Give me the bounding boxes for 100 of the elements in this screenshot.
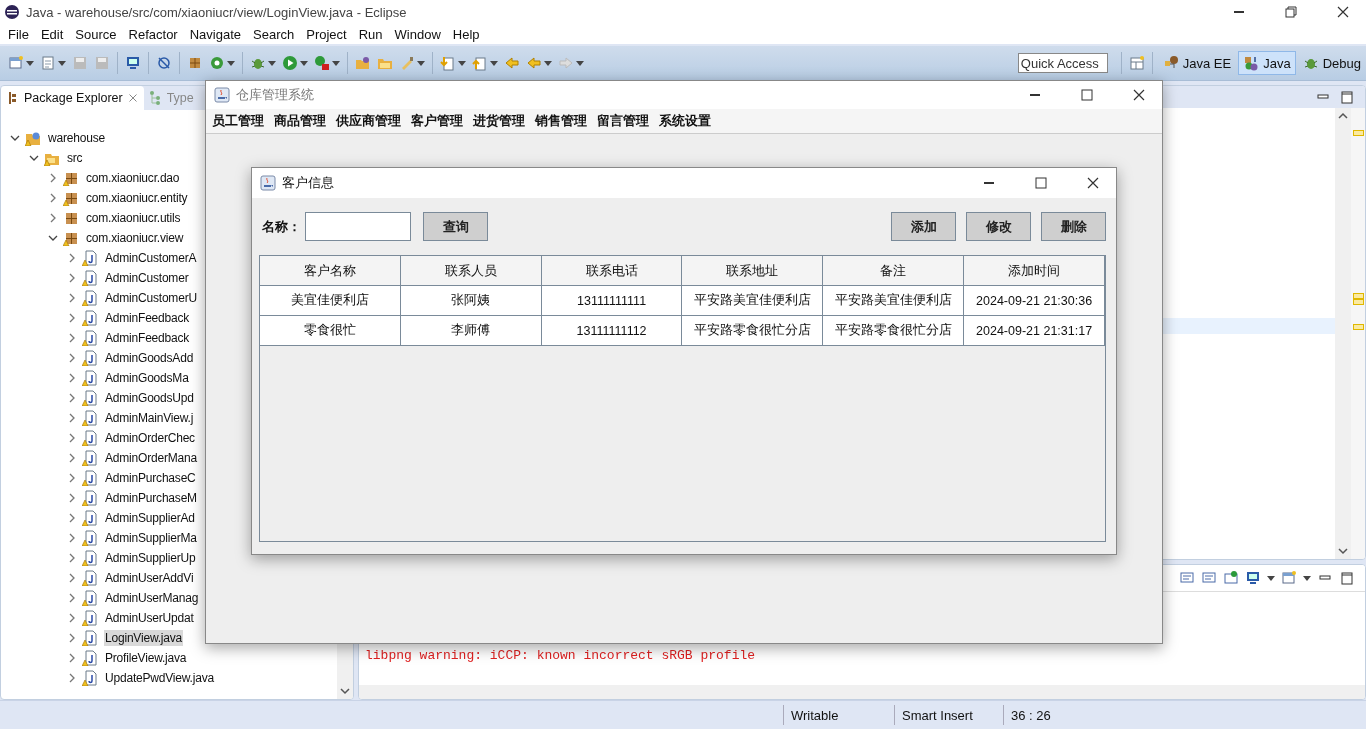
monitor-icon: [1245, 570, 1261, 586]
search-button[interactable]: 查询: [423, 212, 488, 241]
column-header[interactable]: 联系人员: [400, 256, 542, 286]
table-cell: 2024-09-21 21:31:17: [964, 316, 1105, 346]
quick-access-field[interactable]: Quick Access: [1017, 53, 1108, 73]
package-icon: [187, 55, 203, 71]
name-label: 名称：: [261, 217, 301, 236]
menu-item[interactable]: 进货管理: [469, 112, 529, 130]
up-doc-icon: [472, 55, 488, 71]
column-header[interactable]: 客户名称: [260, 256, 401, 286]
maximize-icon: [1079, 87, 1095, 103]
tree-item[interactable]: LoginView.java: [104, 630, 184, 646]
menu-item[interactable]: 系统设置: [655, 112, 715, 130]
monitor-icon: [125, 55, 141, 71]
tree-item[interactable]: AdminGoodsAdd: [104, 350, 195, 366]
java-ee-icon: [1162, 55, 1179, 71]
caret-icon: [458, 60, 466, 66]
caret-icon: [544, 60, 552, 66]
menu-item[interactable]: Edit: [34, 26, 70, 42]
perspective-button[interactable]: Java: [1238, 51, 1296, 75]
tree-item[interactable]: AdminGoodsUpd: [104, 390, 195, 406]
tree-item[interactable]: AdminCustomerA: [104, 250, 198, 266]
menu-item[interactable]: Help: [446, 26, 486, 42]
tree-item[interactable]: com.xiaoniucr.view: [85, 230, 185, 246]
menu-item[interactable]: Refactor: [122, 26, 184, 42]
action-button[interactable]: 删除: [1041, 212, 1106, 241]
table-cell: 2024-09-21 21:30:36: [964, 286, 1105, 316]
coffee-cup-icon: [214, 87, 230, 103]
action-button[interactable]: 添加: [891, 212, 956, 241]
caret-icon: [1267, 575, 1275, 581]
menu-item[interactable]: Run: [352, 26, 389, 42]
menu-item[interactable]: Project: [300, 26, 353, 42]
eclipse-icon: [4, 4, 20, 20]
window-title: Java - warehouse/src/com/xiaoniucr/view/LoginView.java - Eclipse: [26, 4, 408, 20]
column-header[interactable]: 备注: [823, 256, 965, 286]
menu-item[interactable]: 客户管理: [407, 112, 467, 130]
menu-item[interactable]: 供应商管理: [332, 112, 405, 130]
table-cell: 13111111111: [541, 286, 683, 316]
caret-icon: [576, 60, 584, 66]
column-header[interactable]: 联系地址: [682, 256, 824, 286]
table-cell: 平安路美宜佳便利店: [823, 286, 965, 316]
menu-item[interactable]: 商品管理: [270, 112, 330, 130]
column-header[interactable]: 联系电话: [541, 256, 683, 286]
tree-item[interactable]: AdminUserManag: [104, 590, 200, 606]
tree-item[interactable]: UpdatePwdView.java: [104, 670, 215, 686]
caret-icon: [332, 60, 340, 66]
tree-item[interactable]: AdminCustomer: [104, 270, 190, 286]
tree-item[interactable]: AdminMainView.j: [104, 410, 195, 426]
menu-item[interactable]: 员工管理: [208, 112, 268, 130]
tree-item[interactable]: AdminFeedback: [104, 310, 191, 326]
menu-item[interactable]: Navigate: [183, 26, 247, 42]
tree-item[interactable]: com.xiaoniucr.utils: [85, 210, 182, 226]
caret-icon: [417, 60, 425, 66]
tree-item[interactable]: AdminPurchaseC: [104, 470, 197, 486]
run-config-icon: [314, 55, 330, 71]
menu-item[interactable]: File: [2, 26, 35, 42]
tree-item[interactable]: AdminCustomerU: [104, 290, 198, 306]
maximize-icon: [1033, 175, 1049, 191]
tree-item[interactable]: ProfileView.java: [104, 650, 188, 666]
menu-item[interactable]: Window: [388, 26, 447, 42]
tree-item[interactable]: com.xiaoniucr.entity: [85, 190, 189, 206]
tree-item[interactable]: AdminGoodsMa: [104, 370, 190, 386]
coffee-cup-icon: [260, 175, 276, 191]
scrollbar[interactable]: [1335, 108, 1351, 559]
tree-item[interactable]: AdminSupplierAd: [104, 510, 196, 526]
tree-item[interactable]: warehouse: [47, 130, 106, 146]
tree-item[interactable]: AdminOrderChec: [104, 430, 196, 446]
minimize-icon: [1030, 94, 1040, 96]
caret-icon: [1303, 575, 1311, 581]
tree-item[interactable]: AdminFeedback: [104, 330, 191, 346]
perspective-button[interactable]: Java EE: [1157, 51, 1237, 75]
tree-item[interactable]: AdminUserUpdat: [104, 610, 195, 626]
menu-item[interactable]: Search: [247, 26, 301, 42]
menu-item[interactable]: Source: [69, 26, 123, 42]
column-header[interactable]: 添加时间: [964, 256, 1105, 286]
menu-item[interactable]: 销售管理: [531, 112, 591, 130]
scrollbar[interactable]: [359, 685, 1365, 699]
tree-item[interactable]: AdminOrderMana: [104, 450, 198, 466]
console-icon: [1201, 570, 1217, 586]
forward-icon: [558, 55, 574, 71]
menu-item[interactable]: 留言管理: [593, 112, 653, 130]
java-icon: [1243, 55, 1260, 71]
status-text: Writable: [783, 705, 894, 725]
tree-item[interactable]: src: [66, 150, 84, 166]
open-folder-icon: [355, 55, 371, 71]
tree-item[interactable]: AdminUserAddVi: [104, 570, 195, 586]
window-title: 仓库管理系统: [236, 86, 315, 104]
tree-item[interactable]: com.xiaoniucr.dao: [85, 170, 181, 186]
tree-item[interactable]: AdminPurchaseM: [104, 490, 198, 506]
tree-item[interactable]: AdminSupplierMa: [104, 530, 198, 546]
caret-icon: [300, 60, 308, 66]
tree-item[interactable]: AdminSupplierUp: [104, 550, 197, 566]
view-tab[interactable]: Package Explorer: [1, 86, 144, 110]
perspective-button[interactable]: Debug: [1297, 51, 1366, 75]
name-field[interactable]: [305, 212, 411, 241]
action-button[interactable]: 修改: [966, 212, 1031, 241]
close-icon: [1335, 4, 1351, 20]
caret-icon: [26, 60, 34, 66]
table-cell: 平安路零食很忙分店: [682, 316, 824, 346]
console-icon: [1179, 570, 1195, 586]
